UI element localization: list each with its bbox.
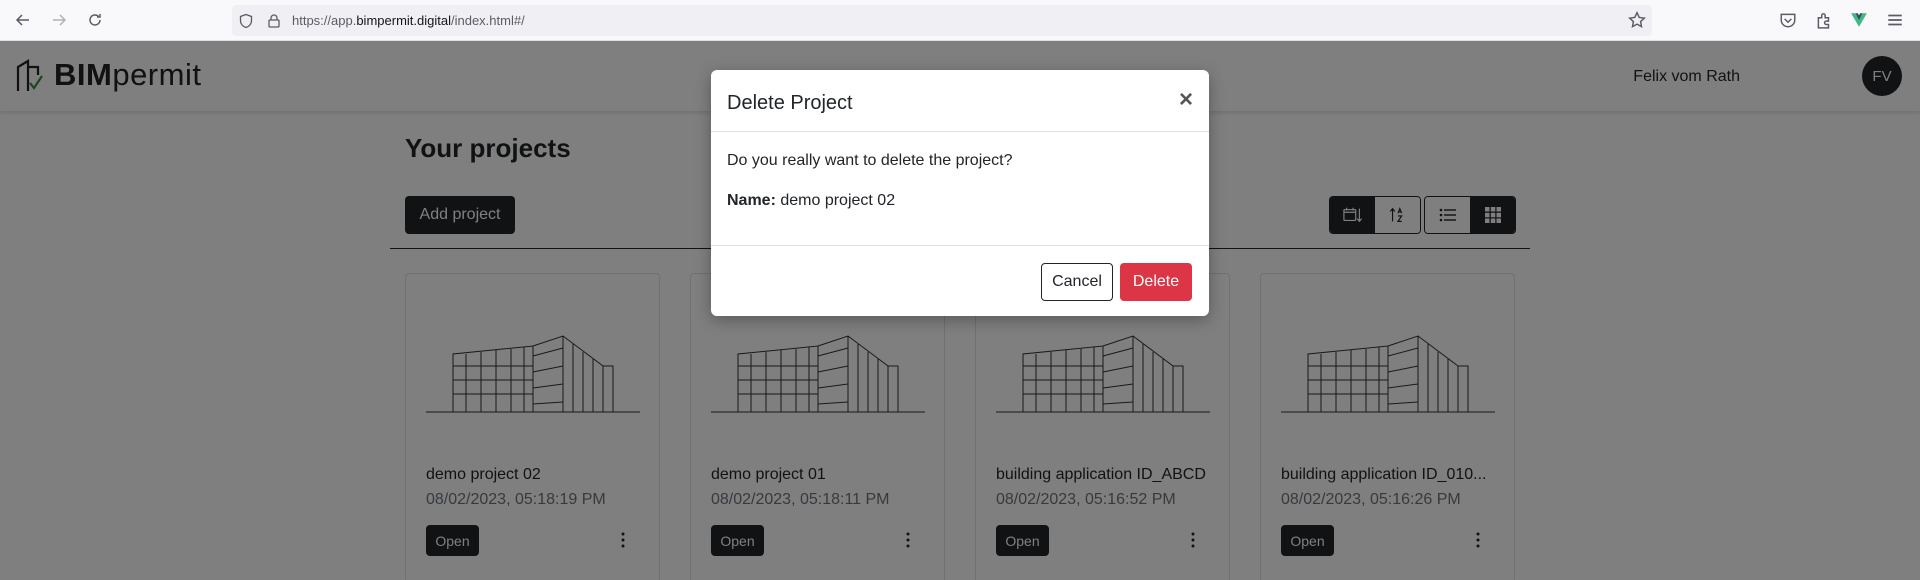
delete-project-modal: Delete Project × Do you really want to d… — [711, 70, 1209, 316]
forward-icon[interactable] — [48, 9, 70, 31]
modal-footer: Cancel Delete — [711, 245, 1209, 316]
vue-devtools-icon[interactable] — [1850, 11, 1868, 29]
lock-icon[interactable] — [266, 13, 282, 29]
url-bar[interactable]: https://app.bimpermit.digital/index.html… — [232, 5, 1652, 36]
bookmark-star-icon[interactable] — [1628, 11, 1646, 29]
extensions-icon[interactable] — [1815, 11, 1833, 29]
modal-header: Delete Project × — [711, 70, 1209, 132]
browser-toolbar: https://app.bimpermit.digital/index.html… — [0, 0, 1920, 41]
pocket-icon[interactable] — [1779, 11, 1797, 29]
confirm-question: Do you really want to delete the project… — [727, 152, 1013, 169]
project-name-line: Name: demo project 02 — [727, 192, 1013, 210]
back-icon[interactable] — [12, 9, 34, 31]
url-path: /index.html#/ — [450, 13, 525, 28]
shield-icon[interactable] — [238, 13, 254, 29]
menu-icon[interactable] — [1886, 11, 1904, 29]
close-icon[interactable]: × — [1176, 88, 1196, 112]
reload-icon[interactable] — [84, 9, 106, 31]
url-text[interactable]: https://app.bimpermit.digital/index.html… — [292, 13, 525, 28]
url-host: bimpermit.digital — [356, 13, 451, 28]
delete-button[interactable]: Delete — [1120, 263, 1192, 301]
name-value: demo project 02 — [780, 192, 896, 209]
modal-body: Do you really want to delete the project… — [727, 152, 1013, 232]
modal-title: Delete Project — [727, 92, 853, 114]
cancel-button[interactable]: Cancel — [1041, 263, 1113, 301]
url-prefix: https://app. — [292, 13, 357, 28]
name-label: Name: — [727, 192, 776, 209]
